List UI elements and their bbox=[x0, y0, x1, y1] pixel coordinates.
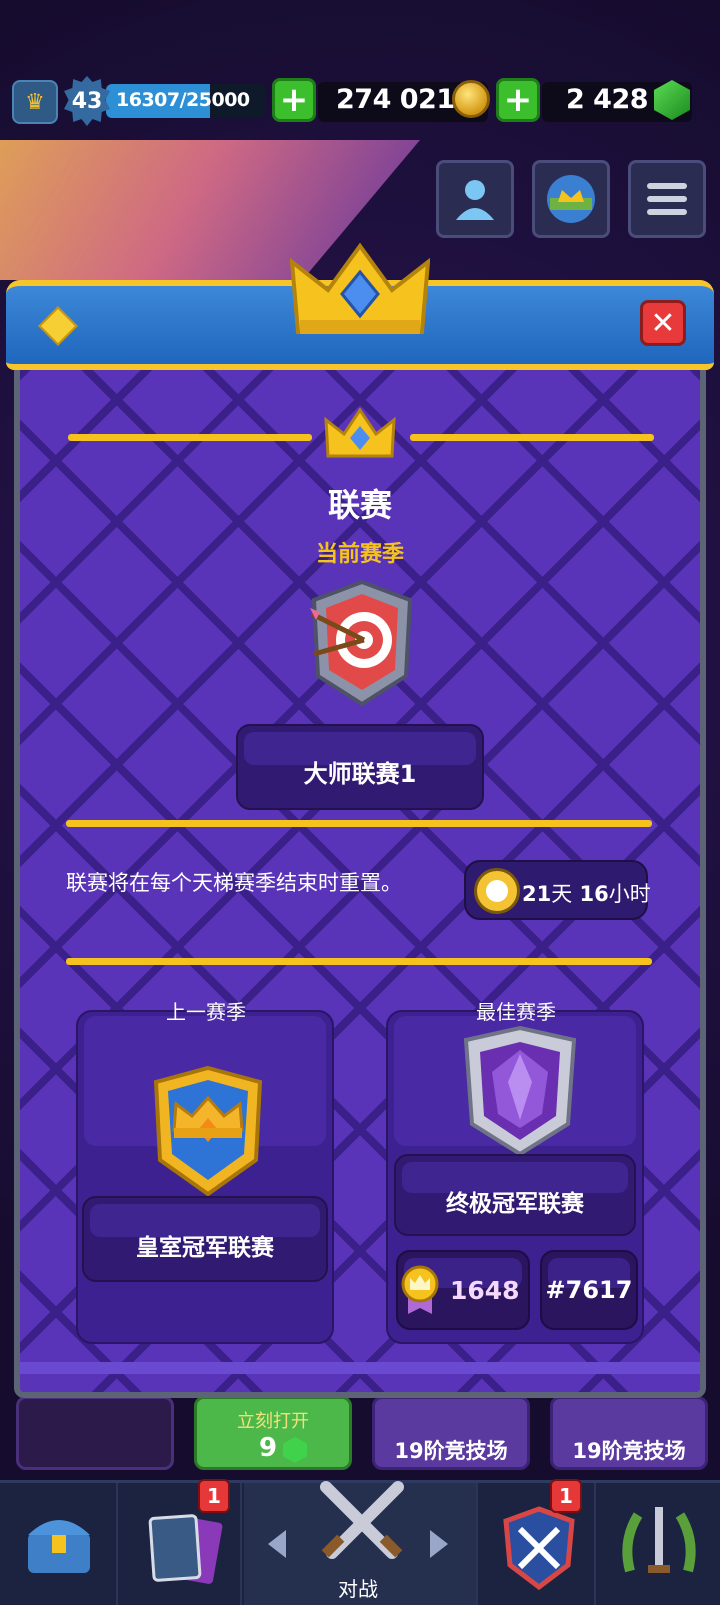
season-timer: 21天 16小时 bbox=[464, 860, 651, 920]
royal-champion-shield-icon bbox=[153, 1065, 263, 1197]
timer-text: 21天 16小时 bbox=[522, 878, 651, 908]
battle-label: 对战 bbox=[338, 1577, 378, 1601]
close-button[interactable]: ✕ bbox=[640, 300, 686, 346]
crossed-swords-icon bbox=[320, 1481, 404, 1559]
divider-line bbox=[410, 434, 654, 441]
gold-amount: 274 021 bbox=[336, 84, 455, 115]
best-rank-box: #7617 bbox=[540, 1250, 638, 1330]
xp-bar[interactable]: 16307/25000 bbox=[106, 84, 266, 118]
nav-cards[interactable]: 1 bbox=[120, 1479, 242, 1605]
chest-slot-arena-2[interactable]: 19阶竞技场 bbox=[550, 1396, 708, 1470]
chest-slot-arena[interactable]: 19阶竞技场 bbox=[372, 1396, 530, 1470]
previous-league-name: 皇室冠军联赛 bbox=[136, 1235, 274, 1261]
coin-icon bbox=[452, 80, 490, 118]
league-badge-target-icon bbox=[310, 579, 413, 707]
divider-line bbox=[66, 820, 652, 827]
best-rating-value: 1648 bbox=[450, 1276, 520, 1305]
friends-button[interactable] bbox=[436, 160, 514, 238]
best-league-name: 终极冠军联赛 bbox=[446, 1191, 584, 1217]
chest-arena-label-2: 19阶竞技场 bbox=[572, 1439, 686, 1463]
crown-icon bbox=[290, 242, 430, 334]
current-league-plate: 大师联赛1 bbox=[236, 724, 484, 810]
best-season-label: 最佳赛季 bbox=[476, 1000, 556, 1024]
clan-icon bbox=[547, 175, 595, 223]
xp-text: 16307/25000 bbox=[116, 89, 250, 111]
king-level-text: 43 bbox=[71, 88, 103, 114]
stopwatch-icon bbox=[474, 868, 520, 914]
chest-arena-label: 19阶竞技场 bbox=[394, 1439, 508, 1463]
king-level-badge: 43 bbox=[64, 76, 110, 126]
add-gems-button[interactable]: + bbox=[496, 78, 540, 122]
divider-line bbox=[68, 434, 312, 441]
hamburger-menu-icon bbox=[647, 183, 687, 215]
chest-open-label: 立刻打开 bbox=[237, 1411, 309, 1432]
trophy-medal-icon bbox=[401, 1265, 439, 1314]
chest-slot-ready[interactable]: 立刻打开 9 bbox=[194, 1396, 352, 1470]
gem-amount: 2 428 bbox=[566, 84, 649, 115]
hamburger-menu-button[interactable] bbox=[628, 160, 706, 238]
nav-clan[interactable]: 1 bbox=[480, 1479, 596, 1605]
previous-season-label: 上一赛季 bbox=[166, 1000, 246, 1024]
chest-gem-cost: 9 bbox=[259, 1433, 278, 1463]
nav-shop[interactable] bbox=[0, 1483, 118, 1605]
laurel-sword-icon bbox=[622, 1507, 696, 1573]
cards-icon bbox=[148, 1514, 223, 1584]
reset-info-text: 联赛将在每个天梯赛季结束时重置。 bbox=[66, 871, 402, 895]
plus-icon: + bbox=[279, 80, 309, 120]
bottom-nav: 1 对战 1 bbox=[0, 1479, 720, 1605]
timer-days-unit: 天 bbox=[551, 882, 573, 906]
ultimate-champion-shield-icon bbox=[463, 1025, 577, 1157]
clan-shield-icon bbox=[503, 1506, 575, 1591]
nav-events[interactable] bbox=[598, 1483, 720, 1605]
timer-days-value: 21 bbox=[522, 882, 552, 906]
timer-hours-unit: 小时 bbox=[608, 882, 651, 906]
clan-notification-badge: 1 bbox=[550, 1479, 582, 1513]
previous-league-plate: 皇室冠军联赛 bbox=[82, 1196, 328, 1282]
crown-icon bbox=[324, 408, 396, 458]
clan-button[interactable] bbox=[532, 160, 610, 238]
plus-icon: + bbox=[503, 80, 533, 120]
best-rank-value: #7617 bbox=[545, 1276, 633, 1304]
modal-bottom-edge bbox=[20, 1362, 700, 1374]
add-gold-button[interactable]: + bbox=[272, 78, 316, 122]
nav-right-arrow-icon[interactable] bbox=[430, 1530, 448, 1558]
top-bar: ♛ 16307/25000 43 + 274 021 + 2 428 bbox=[0, 76, 720, 128]
chest-row: 立刻打开 9 19阶竞技场 19阶竞技场 bbox=[16, 1396, 716, 1470]
cards-notification-badge: 1 bbox=[198, 1479, 230, 1513]
friends-icon bbox=[456, 180, 494, 220]
divider-line bbox=[66, 958, 652, 965]
best-league-plate: 终极冠军联赛 bbox=[394, 1154, 636, 1236]
chest-slot-empty[interactable] bbox=[16, 1396, 174, 1470]
gem-icon bbox=[283, 1437, 307, 1463]
timer-hours-value: 16 bbox=[579, 882, 609, 906]
diamond-icon bbox=[38, 306, 78, 346]
best-rating-box: 1648 bbox=[396, 1250, 530, 1330]
modal-title: 联赛 bbox=[327, 486, 392, 524]
close-icon: ✕ bbox=[650, 305, 676, 341]
nav-left-arrow-icon[interactable] bbox=[268, 1530, 286, 1558]
treasure-chest-icon bbox=[28, 1520, 90, 1573]
current-league-name: 大师联赛1 bbox=[303, 760, 417, 788]
current-season-label: 当前赛季 bbox=[315, 542, 404, 567]
crown-icon[interactable]: ♛ bbox=[12, 80, 58, 124]
